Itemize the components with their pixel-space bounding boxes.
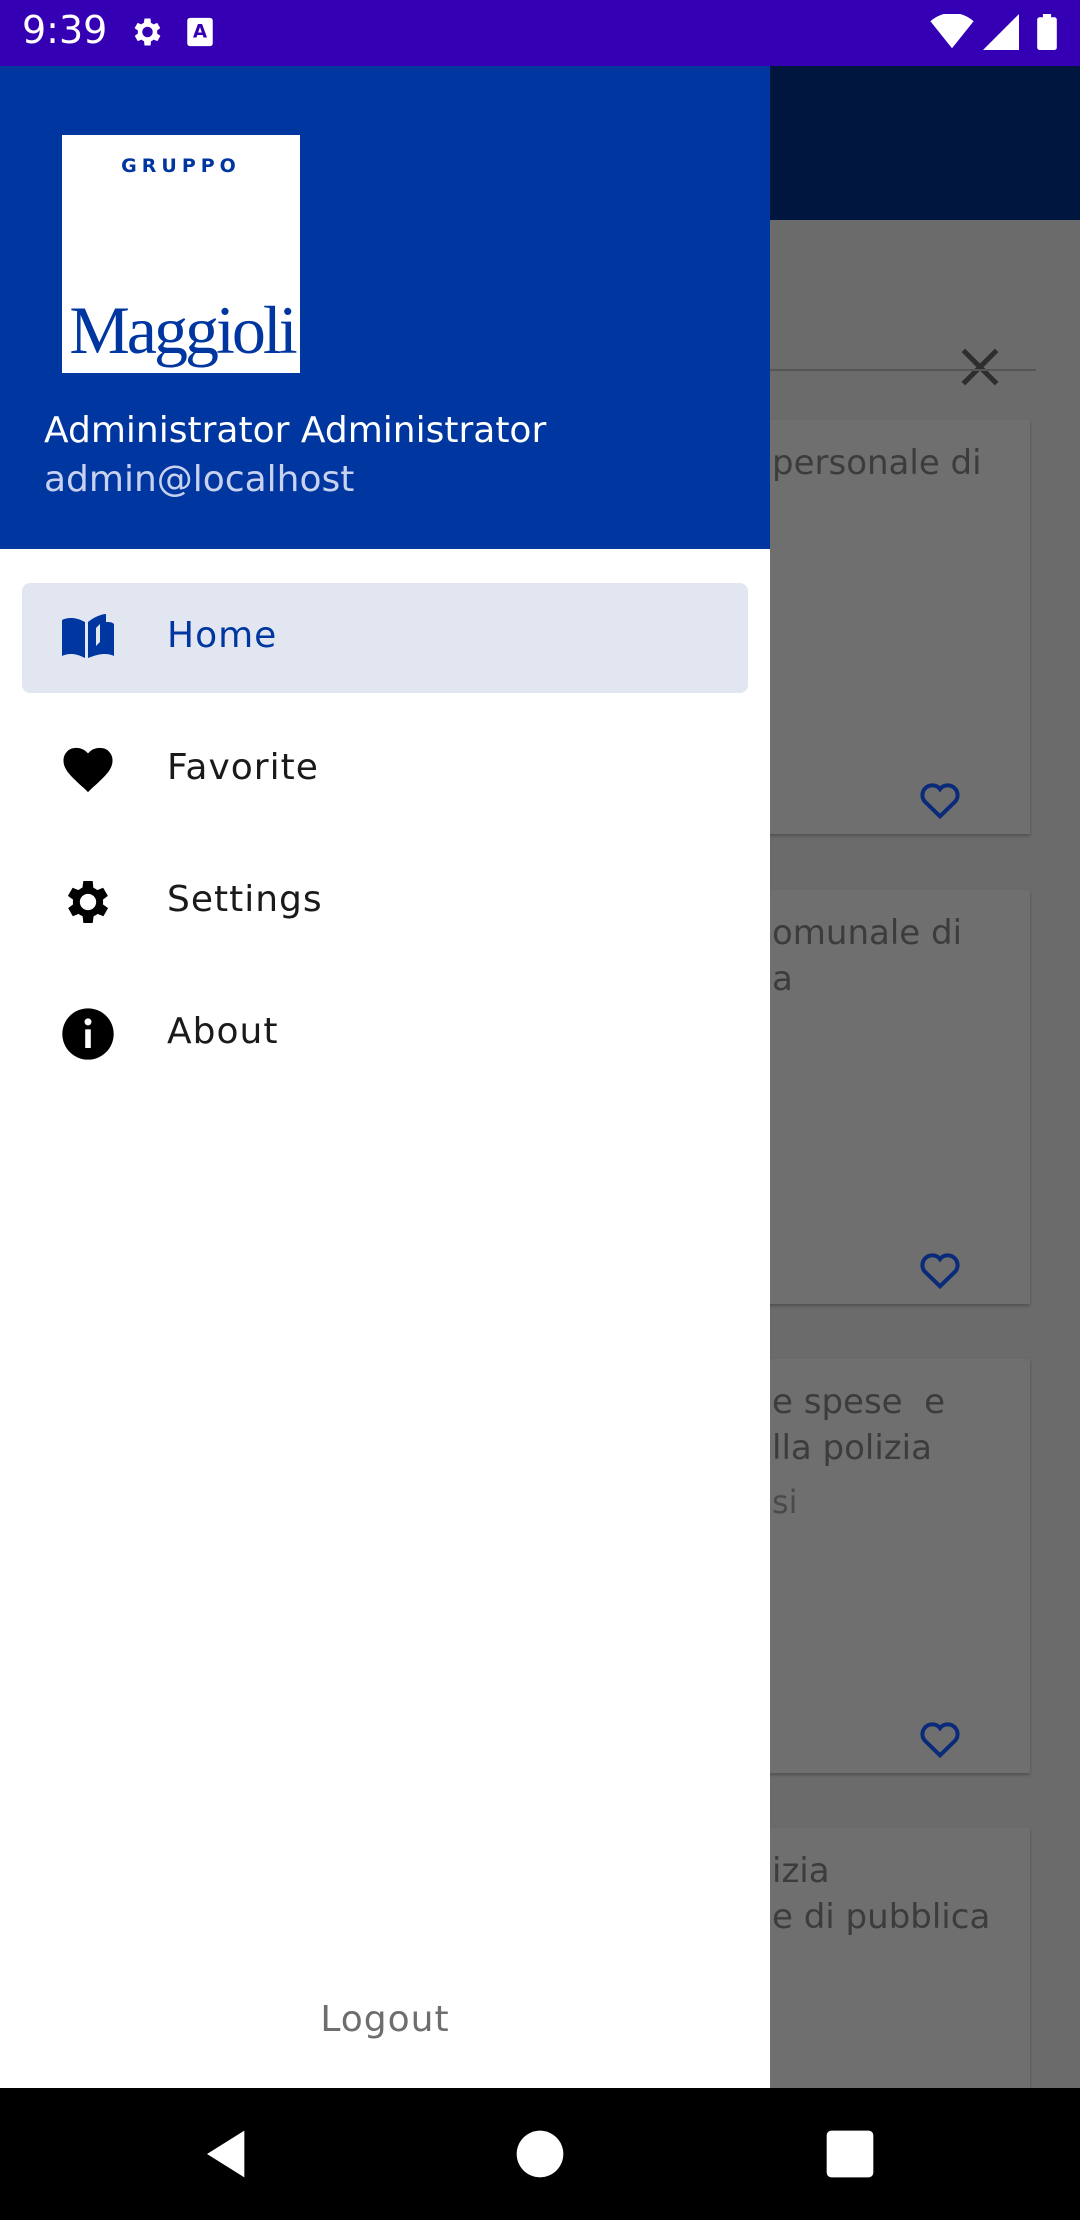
document-card[interactable]: personale di [746,420,1030,834]
card-title: e spese e lla polizia [772,1382,946,1468]
gear-icon [67,881,109,923]
document-card[interactable]: izia e di pubblica [746,1828,1030,2128]
favorite-outline-icon[interactable] [918,780,962,820]
search-underline [740,369,1036,371]
recents-square-icon[interactable] [822,2126,878,2182]
card-title: personale di [772,443,982,483]
logo-gruppo-text: GRUPPO [121,155,241,177]
book-icon [62,614,114,658]
menu-label-home: Home [167,615,278,656]
svg-text:A: A [193,22,208,43]
menu-item-home[interactable]: Home [22,583,748,693]
logout-button[interactable]: Logout [0,1999,770,2040]
menu-item-settings[interactable]: Settings [22,847,748,957]
user-email: admin@localhost [44,459,355,500]
signal-icon [982,14,1019,50]
card-title: izia e di pubblica [772,1851,991,1937]
favorite-outline-icon[interactable] [918,1719,962,1759]
status-icons-left: A [128,14,217,50]
navigation-drawer: GRUPPO Maggioli Administrator Administra… [0,66,770,2088]
battery-icon [1037,14,1057,50]
card-title: omunale di a [772,913,963,999]
gear-icon [134,18,161,46]
menu-item-about[interactable]: About [22,979,748,1089]
info-icon [62,1008,114,1060]
wifi-icon [930,12,974,49]
close-icon[interactable] [955,342,1005,392]
document-card[interactable]: omunale di a [746,890,1030,1304]
menu-item-favorite[interactable]: Favorite [22,715,748,825]
favorite-outline-icon[interactable] [918,1250,962,1290]
back-icon[interactable] [200,2126,256,2182]
status-bar: 9:39 A [0,0,1080,66]
drawer-header: GRUPPO Maggioli Administrator Administra… [0,66,770,549]
menu-label-settings: Settings [167,879,323,920]
card-subtitle: si [772,1483,798,1521]
menu-label-favorite: Favorite [167,747,319,788]
logo-maggioli-text: Maggioli [69,292,297,368]
status-time: 9:39 [22,8,108,52]
status-icons-right [930,12,1058,50]
text-a-icon: A [187,17,213,47]
system-nav-bar [0,2088,1080,2220]
maggioli-logo: GRUPPO Maggioli [62,135,300,373]
user-name: Administrator Administrator [44,410,547,451]
menu-label-about: About [167,1011,279,1052]
document-card[interactable]: e spese e lla polizia si [746,1359,1030,1773]
home-circle-icon[interactable] [512,2126,568,2182]
heart-icon [63,747,113,793]
